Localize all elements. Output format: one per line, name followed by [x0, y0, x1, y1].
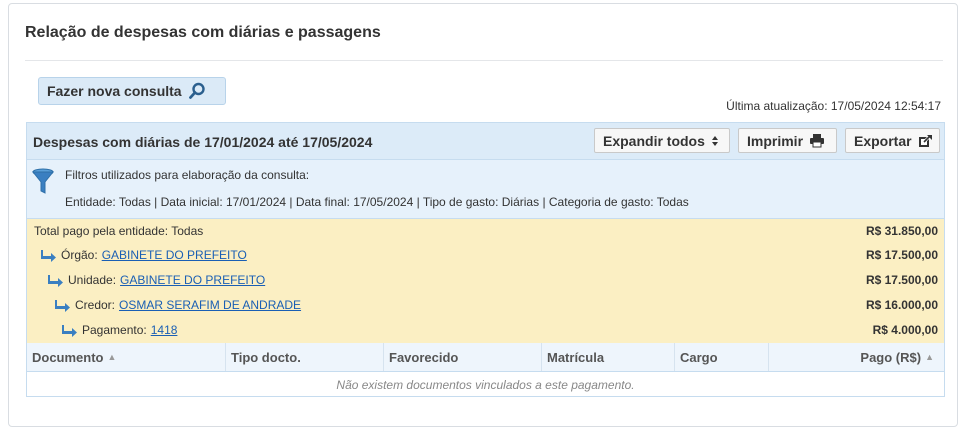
column-header-cargo: Cargo	[675, 343, 769, 371]
unidade-label: Unidade:	[68, 273, 117, 287]
orgao-link[interactable]: GABINETE DO PREFEITO	[102, 248, 247, 262]
total-label: Total pago pela entidade: Todas	[34, 224, 204, 238]
expand-all-label: Expandir todos	[603, 132, 705, 149]
export-label: Exportar	[854, 132, 912, 149]
column-header-matricula: Matrícula	[542, 343, 675, 371]
orgao-label: Órgão:	[61, 248, 98, 262]
column-label-favorecido: Favorecido	[389, 349, 459, 365]
unidade-link[interactable]: GABINETE DO PREFEITO	[120, 273, 265, 287]
sort-icon	[711, 135, 719, 147]
last-update-text: Última atualização: 17/05/2024 12:54:17	[726, 99, 941, 113]
results-header: Despesas com diárias de 17/01/2024 até 1…	[27, 123, 944, 160]
column-label-cargo: Cargo	[680, 349, 718, 365]
filters-panel: Filtros utilizados para elaboração da co…	[27, 160, 944, 219]
tree-row-credor: Credor: OSMAR SERAFIM DE ANDRADE R$ 16.0…	[27, 293, 944, 317]
empty-table-message: Não existem documentos vinculados a este…	[336, 378, 635, 392]
column-label-tipo-docto: Tipo docto.	[231, 349, 301, 365]
column-label-matricula: Matrícula	[547, 349, 605, 365]
tree-row-pagamento: Pagamento: 1418 R$ 4.000,00	[27, 318, 944, 342]
column-label-documento: Documento	[32, 349, 104, 365]
pagamento-label: Pagamento:	[82, 323, 147, 337]
page-title: Relação de despesas com diárias e passag…	[25, 24, 381, 41]
sort-icon: ▲︎	[925, 352, 934, 362]
tree-row-total: Total pago pela entidade: Todas R$ 31.85…	[27, 219, 944, 243]
orgao-amount: R$ 17.500,00	[865, 248, 938, 262]
print-button[interactable]: Imprimir	[738, 128, 837, 153]
print-label: Imprimir	[747, 132, 804, 149]
tree-row-orgao: Órgão: GABINETE DO PREFEITO R$ 17.500,00	[27, 243, 944, 267]
credor-amount: R$ 16.000,00	[865, 298, 938, 312]
credor-link[interactable]: OSMAR SERAFIM DE ANDRADE	[119, 298, 301, 312]
column-header-pago[interactable]: Pago (R$) ▲︎	[769, 343, 944, 371]
total-amount: R$ 31.850,00	[865, 224, 938, 238]
arrow-return-icon	[55, 299, 71, 312]
column-header-favorecido: Favorecido	[384, 343, 542, 371]
results-panel: Despesas com diárias de 17/01/2024 até 1…	[26, 122, 945, 397]
filters-summary: Entidade: Todas | Data inicial: 17/01/20…	[65, 195, 689, 209]
search-icon	[188, 82, 205, 99]
filter-funnel-icon	[31, 168, 55, 197]
column-header-documento[interactable]: Documento ▲︎	[27, 343, 226, 371]
arrow-return-icon	[62, 324, 78, 337]
new-query-button[interactable]: Fazer nova consulta	[38, 77, 226, 105]
main-panel: Relação de despesas com diárias e passag…	[8, 3, 958, 427]
filters-label: Filtros utilizados para elaboração da co…	[65, 168, 310, 182]
sort-icon: ▲︎	[107, 352, 117, 362]
pagamento-link[interactable]: 1418	[151, 323, 178, 337]
column-label-pago: Pago (R$)	[860, 349, 922, 365]
expense-tree: Total pago pela entidade: Todas R$ 31.85…	[27, 219, 944, 344]
tree-row-unidade: Unidade: GABINETE DO PREFEITO R$ 17.500,…	[27, 268, 944, 292]
expand-all-button[interactable]: Expandir todos	[594, 128, 730, 153]
printer-icon	[809, 133, 825, 148]
export-icon	[918, 134, 933, 148]
new-query-label: Fazer nova consulta	[47, 83, 182, 99]
column-header-tipo-docto: Tipo docto.	[226, 343, 384, 371]
results-title: Despesas com diárias de 17/01/2024 até 1…	[33, 134, 373, 150]
arrow-return-icon	[41, 249, 57, 262]
title-divider	[25, 60, 943, 61]
documents-table-header: Documento ▲︎ Tipo docto. Favorecido Matr…	[27, 343, 944, 372]
unidade-amount: R$ 17.500,00	[865, 273, 938, 287]
arrow-return-icon	[48, 274, 64, 287]
pagamento-amount: R$ 4.000,00	[872, 323, 938, 337]
credor-label: Credor:	[75, 298, 116, 312]
export-button[interactable]: Exportar	[845, 128, 940, 153]
